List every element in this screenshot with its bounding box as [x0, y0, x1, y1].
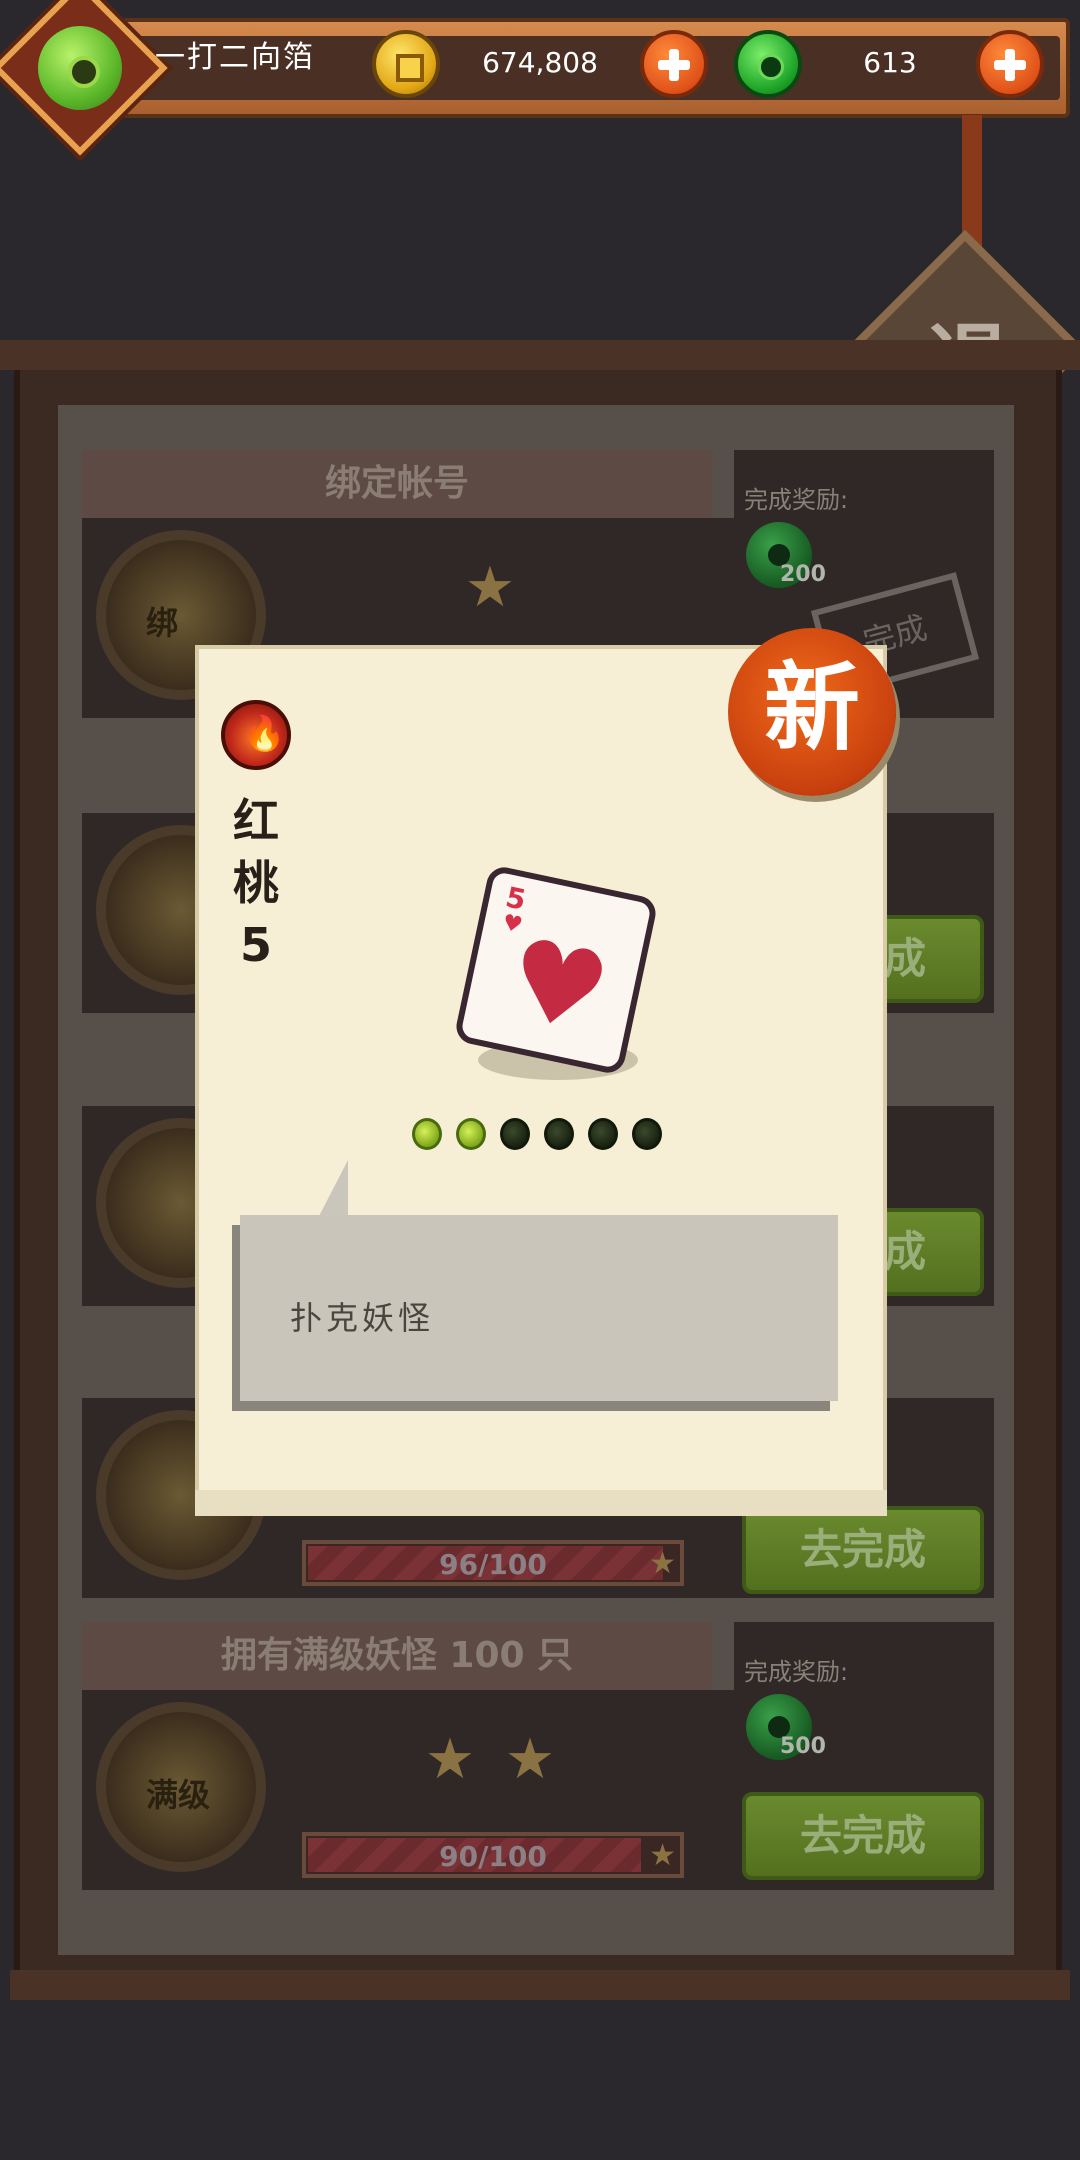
task-panel-frame-top [0, 340, 1080, 370]
progress-bar: 96/100 ★ [302, 1540, 684, 1586]
level-dot-filled [456, 1118, 486, 1150]
star-icon: ★ [649, 1838, 676, 1873]
go-complete-button[interactable]: 去完成 [742, 1506, 984, 1594]
reward-amount: 500 [780, 1734, 826, 1759]
card-description: 扑克妖怪 [290, 1299, 435, 1337]
task-panel-frame-bottom [10, 1970, 1070, 2000]
star-icon: ★ [424, 1727, 476, 1792]
task-item: 拥有满级妖怪 100 只 完成奖励: 500 满级 ★ ★ 90/100 ★ 去… [82, 1622, 994, 1894]
gold-coin-icon [372, 30, 440, 98]
level-dot-empty [588, 1118, 618, 1150]
add-coins-button[interactable] [640, 30, 708, 98]
progress-label: 96/100 [439, 1548, 547, 1581]
speech-bubble-tail [318, 1160, 348, 1218]
level-dot-filled [412, 1118, 442, 1150]
gold-coin-count: 674,808 [482, 46, 598, 79]
add-jade-button[interactable] [976, 30, 1044, 98]
jade-currency-icon [734, 30, 802, 98]
avatar[interactable] [38, 26, 122, 110]
card-name: 红桃5 [233, 794, 279, 972]
progress-bar: 90/100 ★ [302, 1832, 684, 1878]
star-icon: ★ [464, 555, 516, 620]
task-title: 绑定帐号 [82, 450, 712, 518]
popup-bottom-edge [195, 1490, 887, 1516]
level-dot-empty [500, 1118, 530, 1150]
new-badge: 新 [728, 628, 896, 796]
star-icon: ★ [649, 1546, 676, 1581]
reward-label: 完成奖励: [744, 486, 849, 514]
fire-element-icon: 🔥 [221, 700, 291, 770]
player-nickname: 一打二向箔 [155, 40, 315, 75]
level-dot-empty [544, 1118, 574, 1150]
heart-card-illustration: 5 ♥ ♥ [453, 864, 659, 1076]
go-complete-button[interactable]: 去完成 [742, 1792, 984, 1880]
card-description-bubble: 扑克妖怪 [240, 1215, 838, 1401]
big-heart-icon: ♥ [496, 912, 620, 1059]
task-medal-label: 满级 [146, 1776, 211, 1814]
level-dot-empty [632, 1118, 662, 1150]
card-level-dots [412, 1118, 662, 1154]
task-medal: 满级 [96, 1702, 266, 1872]
reward-amount: 200 [780, 562, 826, 587]
progress-label: 90/100 [439, 1840, 547, 1873]
reward-label: 完成奖励: [744, 1658, 849, 1686]
star-icon: ★ [504, 1727, 556, 1792]
task-title: 拥有满级妖怪 100 只 [82, 1622, 712, 1690]
jade-count: 613 [863, 46, 917, 79]
task-medal-label: 绑 [146, 604, 179, 642]
